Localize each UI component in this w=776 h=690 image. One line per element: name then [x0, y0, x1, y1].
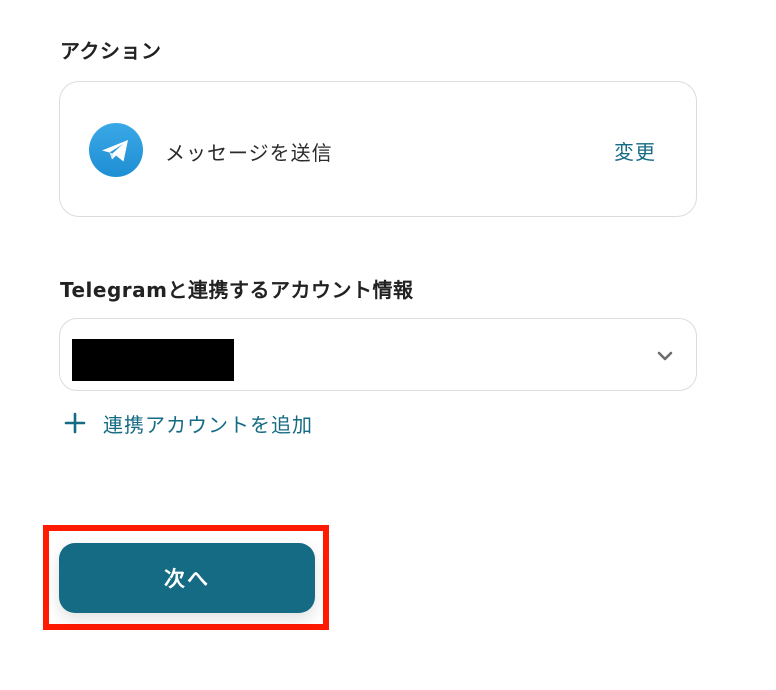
telegram-icon	[89, 123, 143, 177]
action-card: メッセージを送信 変更	[59, 81, 697, 217]
action-section-label: アクション	[60, 39, 162, 63]
change-action-link[interactable]: 変更	[614, 136, 656, 165]
account-select[interactable]	[59, 318, 697, 391]
plus-icon	[64, 412, 86, 434]
add-account-label: 連携アカウントを追加	[103, 412, 313, 437]
redacted-account-value	[72, 339, 234, 381]
account-section-label: Telegramと連携するアカウント情報	[60, 278, 414, 302]
action-name: メッセージを送信	[165, 141, 333, 165]
chevron-down-icon	[656, 347, 674, 366]
add-account-link[interactable]: 連携アカウントを追加	[64, 408, 313, 438]
next-button[interactable]: 次へ	[59, 543, 315, 613]
